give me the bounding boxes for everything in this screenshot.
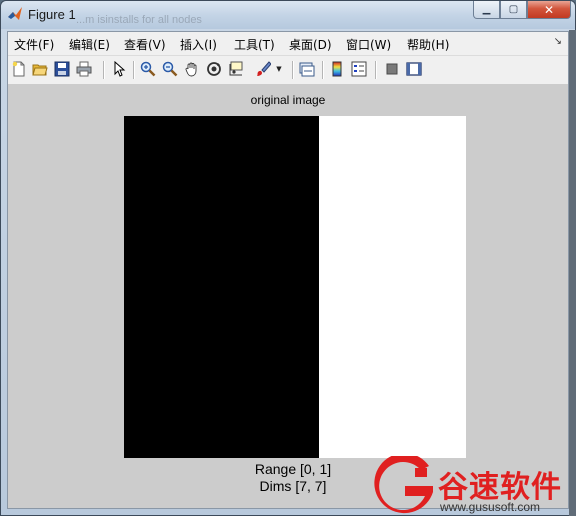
menu-bar: 文件(F) 编辑(E) 查看(V) 插入(I) 工具(T) 桌面(D) 窗口(W… (8, 32, 568, 54)
menu-help[interactable]: 帮助(H) (407, 36, 449, 53)
brush-icon (257, 61, 271, 76)
save-icon (54, 61, 70, 77)
brush-dropdown[interactable]: ▼ (274, 60, 284, 78)
window-title: Figure 1 (28, 7, 76, 22)
edit-plot-arrow-icon (114, 61, 126, 77)
data-cursor-button[interactable] (227, 60, 245, 78)
background-overlay-text: ...m isinstalls for all nodes (76, 14, 202, 26)
toolbar-separator (133, 61, 134, 79)
zoom-in-icon (140, 61, 156, 77)
watermark-logo-icon (374, 456, 433, 514)
link-plot-button[interactable] (298, 60, 316, 78)
watermark-url: www.gususoft.com (440, 500, 541, 514)
zoom-out-icon (162, 61, 178, 77)
rotate-3d-icon (207, 62, 221, 76)
image-white-region[interactable] (319, 116, 466, 458)
toolbar-separator (375, 61, 376, 79)
brush-button[interactable] (254, 60, 272, 78)
figure-toolbar: ▼ (8, 55, 568, 85)
legend-button[interactable] (350, 60, 368, 78)
save-button[interactable] (53, 60, 71, 78)
menu-desktop[interactable]: 桌面(D) (289, 36, 332, 53)
show-plot-tools-button[interactable] (405, 60, 423, 78)
new-figure-button[interactable] (10, 60, 28, 78)
menubar-overflow-icon[interactable]: ↘ (554, 36, 562, 47)
legend-icon (351, 61, 367, 77)
axes-title: original image (250, 93, 326, 107)
rotate-3d-button[interactable] (205, 60, 223, 78)
menu-edit[interactable]: 编辑(E) (69, 36, 110, 53)
data-cursor-icon (229, 61, 243, 76)
show-plot-tools-icon (406, 62, 422, 76)
pan-button[interactable] (183, 60, 201, 78)
colorbar-icon (332, 61, 342, 77)
menu-file[interactable]: 文件(F) (14, 36, 54, 53)
image-black-region[interactable] (124, 116, 319, 458)
close-icon: ✕ (543, 2, 555, 17)
zoom-in-button[interactable] (139, 60, 157, 78)
print-button[interactable] (75, 60, 93, 78)
menu-window[interactable]: 窗口(W) (346, 36, 391, 53)
menu-view[interactable]: 查看(V) (124, 36, 166, 53)
menu-tools[interactable]: 工具(T) (234, 36, 275, 53)
new-figure-icon (12, 61, 25, 77)
minimize-icon: ▁ (482, 4, 491, 15)
link-plot-icon (299, 62, 315, 77)
open-file-button[interactable] (31, 60, 49, 78)
colorbar-button[interactable] (328, 60, 346, 78)
maximize-icon: ▢ (508, 4, 519, 15)
print-icon (76, 61, 92, 77)
menu-insert[interactable]: 插入(I) (180, 36, 217, 53)
toolbar-separator (292, 61, 293, 79)
close-button[interactable]: ✕ (527, 1, 571, 19)
minimize-button[interactable]: ▁ (473, 1, 500, 19)
chevron-down-icon: ▼ (276, 65, 282, 73)
pan-hand-icon (185, 62, 197, 77)
matlab-logo-icon (8, 7, 22, 20)
zoom-out-button[interactable] (161, 60, 179, 78)
edit-plot-button[interactable] (110, 60, 128, 78)
hide-plot-tools-button[interactable] (383, 60, 401, 78)
toolbar-separator (322, 61, 323, 79)
toolbar-separator (103, 61, 104, 79)
title-bar[interactable]: Figure 1 ...m isinstalls for all nodes ▁… (1, 1, 575, 29)
maximize-button[interactable]: ▢ (500, 1, 527, 19)
open-file-icon (32, 64, 48, 76)
hide-plot-tools-icon (386, 63, 398, 75)
